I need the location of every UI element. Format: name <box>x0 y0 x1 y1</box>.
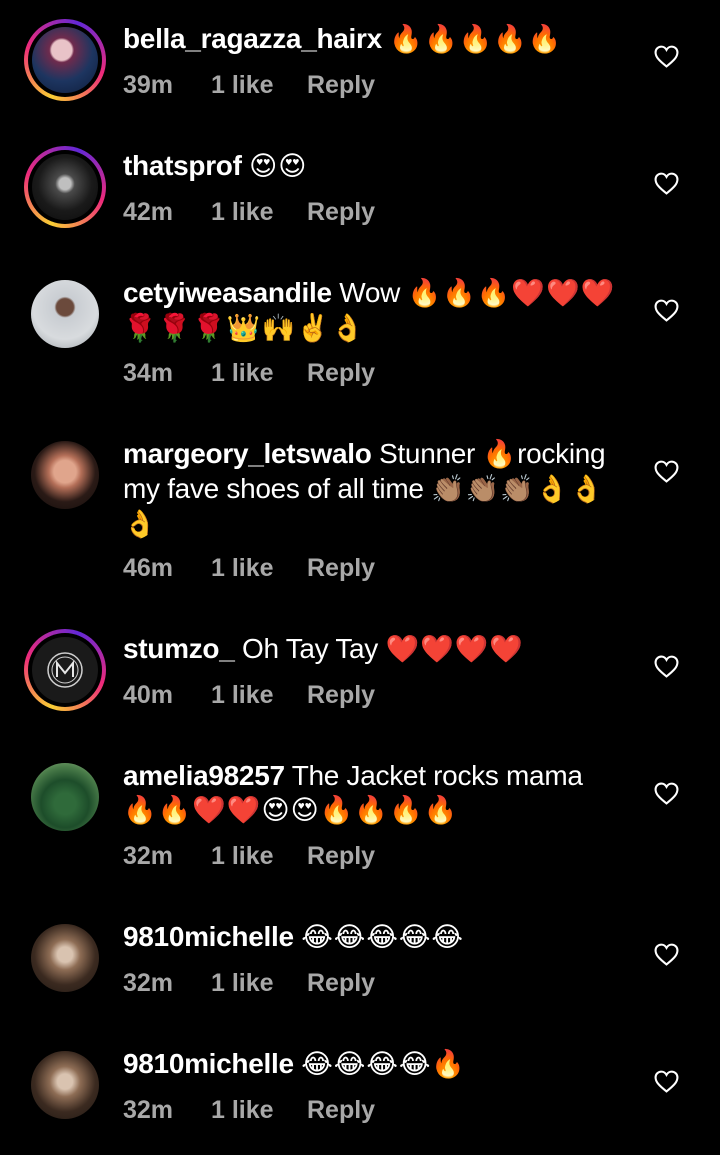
heart-outline-icon[interactable] <box>654 460 679 483</box>
heart-outline-icon[interactable] <box>654 943 679 966</box>
comment-timestamp: 32m <box>123 842 174 870</box>
comment-like-count[interactable]: 1 like <box>211 71 307 100</box>
comment-emoji: 🔥🔥❤️❤️😍😍🔥🔥🔥🔥 <box>123 795 459 826</box>
comment-like-count[interactable]: 1 like <box>211 681 307 710</box>
comment-username[interactable]: 9810michelle <box>123 1048 294 1079</box>
heart-outline-icon[interactable] <box>654 782 679 805</box>
comment-username[interactable]: cetyiweasandile <box>123 277 332 308</box>
comment-timestamp: 32m <box>123 969 174 997</box>
heart-outline-icon[interactable] <box>654 299 679 322</box>
reply-button[interactable]: Reply <box>307 969 375 998</box>
comment-like-count[interactable]: 1 like <box>211 554 307 583</box>
comment-text: Stunner <box>379 438 476 469</box>
avatar[interactable] <box>24 1044 106 1126</box>
comment-timestamp: 39m <box>123 71 174 99</box>
comment-timestamp: 34m <box>123 359 174 387</box>
avatar[interactable] <box>24 146 106 228</box>
comment-like-count[interactable]: 1 like <box>211 842 307 871</box>
comment-emoji: ❤️❤️❤️❤️ <box>385 634 524 665</box>
comment-emoji: 😂😂😂😂🔥 <box>301 1049 467 1080</box>
comment-username[interactable]: 9810michelle <box>123 921 294 952</box>
reply-button[interactable]: Reply <box>307 842 375 871</box>
comment-text: Wow <box>339 277 401 308</box>
comment-like-count[interactable]: 1 like <box>211 359 307 388</box>
comment-username[interactable]: stumzo_ <box>123 633 235 664</box>
comment-timestamp: 40m <box>123 681 174 709</box>
monogram-logo <box>47 652 83 688</box>
avatar[interactable] <box>24 756 106 838</box>
avatar[interactable] <box>24 273 106 355</box>
comment-like-count[interactable]: 1 like <box>211 969 307 998</box>
comment-like-count[interactable]: 1 like <box>211 198 307 227</box>
reply-button[interactable]: Reply <box>307 554 375 583</box>
comment-text: Oh Tay Tay <box>241 633 379 664</box>
reply-button[interactable]: Reply <box>307 71 375 100</box>
reply-button[interactable]: Reply <box>307 1096 375 1125</box>
comment-timestamp: 46m <box>123 554 174 582</box>
comment-text: The Jacket rocks mama <box>291 760 583 791</box>
comment-username[interactable]: thatsprof <box>123 150 242 181</box>
comment-timestamp: 32m <box>123 1096 174 1124</box>
heart-outline-icon[interactable] <box>654 1070 679 1093</box>
reply-button[interactable]: Reply <box>307 359 375 388</box>
comment-timestamp: 42m <box>123 198 174 226</box>
heart-outline-icon[interactable] <box>654 45 679 68</box>
reply-button[interactable]: Reply <box>307 198 375 227</box>
avatar[interactable] <box>24 917 106 999</box>
comment-emoji-inline: 🔥 <box>482 439 518 470</box>
comment-emoji: 😍😍 <box>249 151 308 182</box>
comment-username[interactable]: bella_ragazza_hairx <box>123 23 382 54</box>
avatar[interactable] <box>24 629 106 711</box>
comment-username[interactable]: amelia98257 <box>123 760 285 791</box>
avatar[interactable] <box>24 434 106 516</box>
reply-button[interactable]: Reply <box>307 681 375 710</box>
heart-outline-icon[interactable] <box>654 172 679 195</box>
comment-emoji: 😂😂😂😂😂 <box>301 922 464 953</box>
comment-like-count[interactable]: 1 like <box>211 1096 307 1125</box>
comment-emoji: 🔥🔥🔥🔥🔥 <box>389 24 563 55</box>
avatar[interactable] <box>24 19 106 101</box>
comment-username[interactable]: margeory_letswalo <box>123 438 372 469</box>
heart-outline-icon[interactable] <box>654 655 679 678</box>
